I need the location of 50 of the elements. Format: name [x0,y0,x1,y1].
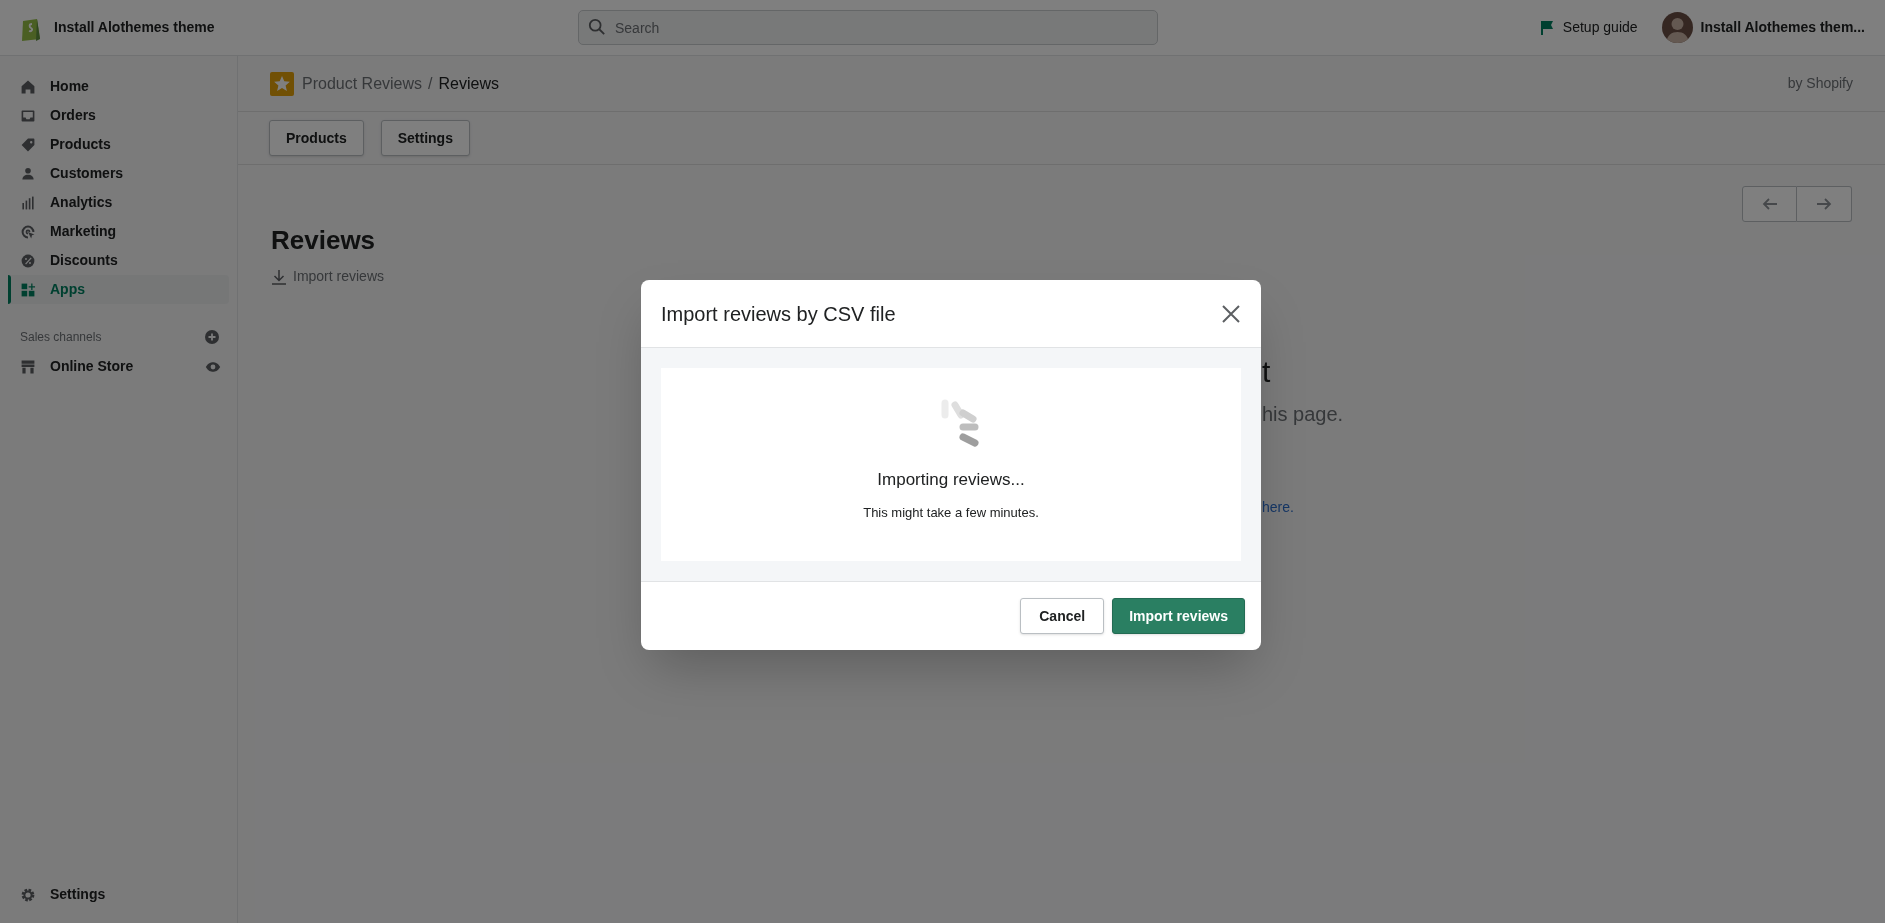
next-button[interactable] [1797,186,1852,222]
previous-button[interactable] [1742,186,1797,222]
nav-item[interactable]: Customers [8,159,229,188]
nav-item[interactable]: Orders [8,101,229,130]
empty-state-heading: t [1262,354,1271,390]
download-icon [271,268,287,285]
avatar-icon [1661,12,1693,43]
nav-item[interactable]: Apps [8,275,229,304]
search-icon [588,18,606,36]
search-field[interactable]: Search [578,10,1158,45]
page-title: Reviews [271,224,377,256]
nav-item[interactable]: Marketing [8,217,229,246]
star-logo-icon [270,71,294,96]
modal-title: Import reviews by CSV file [661,301,896,327]
breadcrumb-separator: / [428,73,433,94]
account-menu[interactable]: Install Alothemes them... [1661,12,1865,43]
import-button[interactable]: Import reviews [1112,598,1245,634]
home-icon [20,78,36,95]
section-heading: Sales channels [20,329,102,346]
discount-icon [20,252,36,269]
target-icon [20,223,36,240]
nav-item[interactable]: Discounts [8,246,229,275]
nav-item[interactable]: Online Store [20,356,134,377]
inbox-icon [20,107,36,124]
publisher-label: by Shopify [1787,74,1853,93]
add-icon[interactable] [205,330,219,344]
help-link[interactable]: here. [1262,497,1294,518]
nav-button[interactable]: Products [269,120,364,156]
settings-icon [20,886,36,903]
cancel-button[interactable]: Cancel [1020,598,1105,634]
store-name[interactable]: Install Alothemes theme [54,17,554,38]
close-icon [1221,303,1241,324]
nav-item[interactable]: Home [8,72,229,101]
tag-icon [20,136,36,153]
store-icon [20,358,36,375]
status-text: This might take a few minutes. [863,503,1039,522]
nav-item[interactable]: Analytics [8,188,229,217]
empty-state-text: his page. [1262,402,1344,427]
settings-nav-item[interactable]: Settings [8,880,229,909]
breadcrumb-link[interactable]: Product Reviews [302,71,423,96]
nav-item[interactable]: Products [8,130,229,159]
bar-chart-icon [20,194,36,211]
import-reviews-link[interactable]: Import reviews [271,266,385,287]
apps-icon [20,281,36,298]
setup-guide-link[interactable]: Setup guide [1538,17,1638,38]
nav-button[interactable]: Settings [380,120,470,156]
flag-icon [1538,19,1555,36]
person-icon [20,165,36,182]
breadcrumb-current: Reviews [438,73,499,94]
status-title: Importing reviews... [877,469,1025,491]
